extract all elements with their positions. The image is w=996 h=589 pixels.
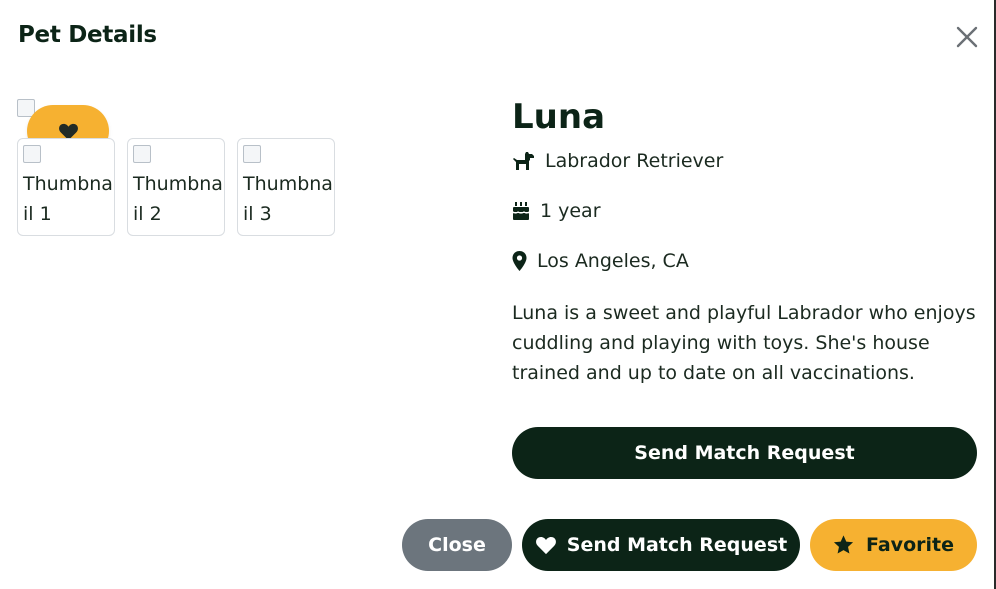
broken-image-icon	[23, 145, 41, 163]
close-icon[interactable]	[952, 22, 982, 52]
pet-location: Los Angeles, CA	[537, 250, 689, 272]
broken-image-icon	[243, 145, 261, 163]
birthday-cake-icon	[512, 202, 530, 220]
favorite-button[interactable]: Favorite	[810, 519, 977, 571]
thumbnail-alt-text: Thumbnail 3	[243, 173, 333, 225]
close-button-label: Close	[428, 534, 486, 556]
thumbnail-1[interactable]: Thumbnail 1	[17, 138, 115, 236]
pet-age: 1 year	[540, 200, 601, 222]
modal-title: Pet Details	[18, 22, 157, 48]
pet-breed: Labrador Retriever	[545, 150, 724, 172]
pet-details-modal: Pet Details Thumbnail 1 Thumbnail 2 Thum…	[0, 0, 996, 589]
thumbnail-alt-text: Thumbnail 2	[133, 173, 223, 225]
match-button-label: Send Match Request	[566, 534, 788, 556]
send-match-request-button[interactable]: Send Match Request	[512, 427, 977, 479]
pet-location-row: Los Angeles, CA	[512, 250, 689, 272]
favorite-button-label: Favorite	[866, 534, 954, 556]
pet-age-row: 1 year	[512, 200, 601, 222]
footer-send-match-request-button[interactable]: Send Match Request	[522, 519, 800, 571]
pet-name: Luna	[512, 97, 606, 137]
close-button[interactable]: Close	[402, 519, 512, 571]
thumbnail-2[interactable]: Thumbnail 2	[127, 138, 225, 236]
star-icon	[833, 535, 854, 554]
broken-image-icon	[133, 145, 151, 163]
heart-icon	[535, 536, 556, 555]
pet-breed-row: Labrador Retriever	[512, 150, 723, 172]
thumbnail-alt-text: Thumbnail 1	[23, 173, 113, 225]
map-pin-icon	[512, 251, 527, 271]
pet-description: Luna is a sweet and playful Labrador who…	[512, 302, 976, 384]
thumbnail-3[interactable]: Thumbnail 3	[237, 138, 335, 236]
dog-icon	[513, 152, 534, 170]
